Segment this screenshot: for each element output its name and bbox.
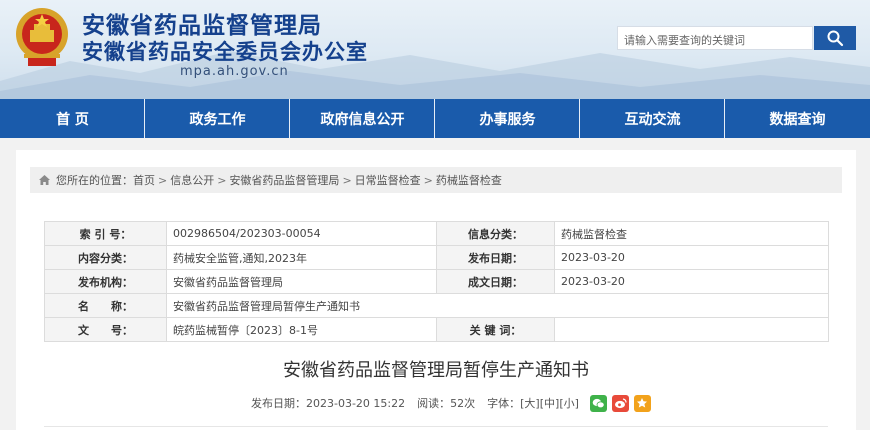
table-row: 文 号： 皖药监械暂停〔2023〕8-1号 关 键 词： [44,317,829,342]
table-row: 索 引 号： 002986504/202303-00054 信息分类： 药械监督… [44,221,829,246]
breadcrumb-item-bureau[interactable]: 安徽省药品监督管理局 [229,172,339,188]
document-name-label: 名 称： [44,293,167,318]
keywords-label: 关 键 词： [436,317,555,342]
site-subtitle: 安徽省药品安全委员会办公室 [82,40,368,64]
article-title: 安徽省药品监督管理局暂停生产通知书 [283,360,589,381]
national-emblem-icon [14,6,70,68]
info-category-value: 药械监督检查 [554,221,829,246]
breadcrumb-item-device-inspection[interactable]: 药械监督检查 [436,172,502,188]
publish-date-label: 发布日期： [436,245,555,270]
search-icon [827,30,844,47]
article-publish-time: 发布日期：2023-03-20 15:22 [251,397,406,410]
favorite-icon[interactable] [633,394,651,412]
article-view-count: 阅读：52次 [417,397,476,410]
nav-item-information-disclosure[interactable]: 政府信息公开 [290,99,435,138]
wechat-icon[interactable] [589,394,607,412]
site-title: 安徽省药品监督管理局 [82,13,322,39]
document-number-value: 皖药监械暂停〔2023〕8-1号 [166,317,437,342]
breadcrumb-item-home[interactable]: 首页 [133,172,155,188]
font-size-small-button[interactable]: [小] [559,395,579,411]
table-row: 名 称： 安徽省药品监督管理局暂停生产通知书 [44,293,829,318]
search-button[interactable] [814,26,856,50]
publishing-org-value: 安徽省药品监督管理局 [166,269,437,294]
info-category-label: 信息分类： [436,221,555,246]
weibo-icon[interactable] [611,394,629,412]
divider [44,426,828,427]
nav-item-government-affairs[interactable]: 政务工作 [145,99,290,138]
breadcrumb: 您所在的位置： 首页 > 信息公开 > 安徽省药品监督管理局 > 日常监督检查 … [30,167,842,193]
nav-item-interaction[interactable]: 互动交流 [580,99,725,138]
breadcrumb-prefix: 您所在的位置： [56,174,133,187]
breadcrumb-separator: > [158,173,168,187]
creation-date-value: 2023-03-20 [554,269,829,294]
publishing-org-label: 发布机构： [44,269,167,294]
document-number-label: 文 号： [44,317,167,342]
home-icon [39,175,50,185]
document-meta-table: 索 引 号： 002986504/202303-00054 信息分类： 药械监督… [44,221,829,342]
breadcrumb-item-info-disclosure[interactable]: 信息公开 [170,172,214,188]
site-domain: mpa.ah.gov.cn [180,64,289,79]
search-input[interactable]: 请输入需要查询的关键词 [617,26,813,50]
creation-date-label: 成文日期： [436,269,555,294]
nav-item-home[interactable]: 首 页 [0,99,145,138]
article-info-bar: 发布日期：2023-03-20 15:22 阅读：52次 字体： [大] [中]… [251,392,651,414]
breadcrumb-separator: > [342,173,352,187]
nav-item-data-query[interactable]: 数据查询 [725,99,870,138]
breadcrumb-separator: > [423,173,433,187]
breadcrumb-item-daily-inspection[interactable]: 日常监督检查 [355,172,421,188]
content-category-label: 内容分类： [44,245,167,270]
content-panel: 您所在的位置： 首页 > 信息公开 > 安徽省药品监督管理局 > 日常监督检查 … [16,150,856,430]
index-number-label: 索 引 号： [44,221,167,246]
nav-item-services[interactable]: 办事服务 [435,99,580,138]
table-row: 发布机构： 安徽省药品监督管理局 成文日期： 2023-03-20 [44,269,829,294]
table-row: 内容分类： 药械安全监管,通知,2023年 发布日期： 2023-03-20 [44,245,829,270]
content-category-value: 药械安全监管,通知,2023年 [166,245,437,270]
index-number-value: 002986504/202303-00054 [166,221,437,246]
font-size-large-button[interactable]: [大] [520,395,540,411]
publish-date-value: 2023-03-20 [554,245,829,270]
main-nav: 首 页 政务工作 政府信息公开 办事服务 互动交流 数据查询 [0,99,870,138]
breadcrumb-separator: > [217,173,227,187]
font-size-medium-button[interactable]: [中] [540,395,560,411]
document-name-value: 安徽省药品监督管理局暂停生产通知书 [166,293,829,318]
keywords-value [554,317,829,342]
site-header: 安徽省药品监督管理局 安徽省药品安全委员会办公室 mpa.ah.gov.cn 请… [0,0,870,99]
font-size-label: 字体： [487,397,521,410]
